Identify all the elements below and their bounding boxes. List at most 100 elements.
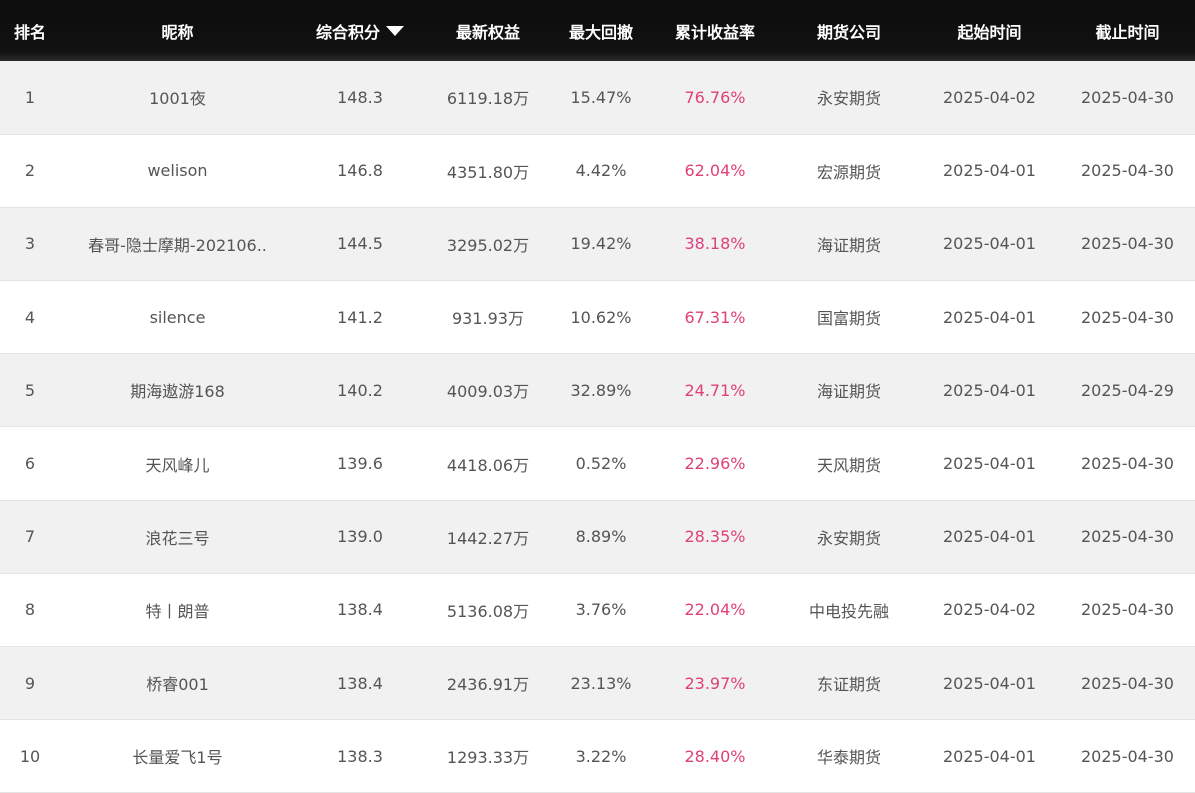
table-row[interactable]: 9 桥睿001 138.4 2436.91万 23.13% 23.97% 东证期货 2025-… <box>0 646 1195 720</box>
header-equity[interactable]: 最新权益 <box>425 0 551 61</box>
score-cell: 140.2 <box>337 380 383 400</box>
score-cell: 148.3 <box>337 87 383 107</box>
drawdown-cell: 32.89% <box>570 380 632 400</box>
start-date-cell: 2025-04-02 <box>943 600 1036 620</box>
nickname-cell[interactable]: 期海遨游168 <box>60 354 295 427</box>
rank-cell: 6 <box>24 454 36 474</box>
header-rank[interactable]: 排名 <box>0 0 60 61</box>
end-date-cell: 2025-04-29 <box>1081 380 1174 400</box>
nickname-cell[interactable]: silence <box>60 281 295 354</box>
table-row[interactable]: 10 长量爱飞1号 138.3 1293.33万 3.22% 28.40% 华泰期货 2025… <box>0 719 1195 793</box>
header-drawdown[interactable]: 最大回撤 <box>551 0 651 61</box>
score-cell: 144.5 <box>337 234 383 254</box>
nickname-cell[interactable]: welison <box>60 134 295 207</box>
ranking-table: 排名 昵称 综合积分 最新权益 最大回撤 累计收益率 期货公司 起始时间 截止时… <box>0 0 1195 793</box>
table-row[interactable]: 2 welison 146.8 4351.80万 4.42% 62.04% 宏源期货 2025… <box>0 134 1195 208</box>
start-date-cell: 2025-04-01 <box>943 454 1036 474</box>
header-score-label: 综合积分 <box>315 22 380 42</box>
drawdown-cell: 10.62% <box>570 307 632 327</box>
start-date-cell: 2025-04-01 <box>943 161 1036 181</box>
return-cell: 62.04% <box>684 161 746 181</box>
rank-cell: 1 <box>24 87 36 107</box>
score-cell: 138.3 <box>337 746 383 766</box>
score-cell: 146.8 <box>337 161 383 181</box>
score-cell: 139.6 <box>337 454 383 474</box>
score-cell: 141.2 <box>337 307 383 327</box>
return-cell: 38.18% <box>684 234 746 254</box>
drawdown-cell: 15.47% <box>570 87 632 107</box>
sort-desc-icon[interactable] <box>386 25 404 36</box>
drawdown-cell: 8.89% <box>575 527 627 547</box>
nickname-cell[interactable]: 浪花三号 <box>60 500 295 573</box>
nickname-cell[interactable]: 特丨朗普 <box>60 573 295 646</box>
equity-cell: 2436.91万 <box>446 675 530 695</box>
equity-cell: 1293.33万 <box>446 748 530 768</box>
return-cell: 28.35% <box>684 527 746 547</box>
drawdown-cell: 19.42% <box>570 234 632 254</box>
return-cell: 23.97% <box>684 673 746 693</box>
table-body: 1 1001夜 148.3 6119.18万 15.47% 76.76% 永安期货 2025-… <box>0 61 1195 793</box>
table-row[interactable]: 5 期海遨游168 140.2 4009.03万 32.89% 24.71% 海证期货 202… <box>0 353 1195 427</box>
equity-cell: 4418.06万 <box>446 455 530 475</box>
table-row[interactable]: 4 silence 141.2 931.93万 10.62% 67.31% 国富期货 2025… <box>0 280 1195 354</box>
return-cell: 22.04% <box>684 600 746 620</box>
company-cell: 中电投先融 <box>808 601 889 621</box>
header-start-date[interactable]: 起始时间 <box>919 0 1060 61</box>
nickname-cell[interactable]: 1001夜 <box>60 61 295 134</box>
rank-cell: 4 <box>24 307 36 327</box>
rank-cell: 3 <box>24 234 36 254</box>
company-cell: 海证期货 <box>816 382 881 402</box>
start-date-cell: 2025-04-01 <box>943 746 1036 766</box>
header-nickname[interactable]: 昵称 <box>60 0 295 61</box>
end-date-cell: 2025-04-30 <box>1081 307 1174 327</box>
score-cell: 139.0 <box>337 527 383 547</box>
nickname-cell[interactable]: 天风峰儿 <box>60 427 295 500</box>
table-row[interactable]: 8 特丨朗普 138.4 5136.08万 3.76% 22.04% 中电投先融 2025-0… <box>0 573 1195 647</box>
start-date-cell: 2025-04-01 <box>943 307 1036 327</box>
equity-cell: 4009.03万 <box>446 382 530 402</box>
end-date-cell: 2025-04-30 <box>1081 527 1174 547</box>
equity-cell: 1442.27万 <box>446 528 530 548</box>
table-row[interactable]: 1 1001夜 148.3 6119.18万 15.47% 76.76% 永安期货 2025-… <box>0 61 1195 135</box>
company-cell: 国富期货 <box>816 309 881 329</box>
rank-cell: 10 <box>19 746 41 766</box>
header-return[interactable]: 累计收益率 <box>651 0 779 61</box>
rank-cell: 8 <box>24 600 36 620</box>
table-row[interactable]: 6 天风峰儿 139.6 4418.06万 0.52% 22.96% 天风期货 2025-04… <box>0 426 1195 501</box>
end-date-cell: 2025-04-30 <box>1081 234 1174 254</box>
end-date-cell: 2025-04-30 <box>1081 746 1174 766</box>
equity-cell: 4351.80万 <box>446 162 530 182</box>
equity-cell: 5136.08万 <box>446 601 530 621</box>
table-row[interactable]: 3 春哥-隐士摩期-202106.. 144.5 3295.02万 19.42% 38.1… <box>0 207 1195 281</box>
score-cell: 138.4 <box>337 600 383 620</box>
table-header: 排名 昵称 综合积分 最新权益 最大回撤 累计收益率 期货公司 起始时间 截止时… <box>0 0 1195 61</box>
end-date-cell: 2025-04-30 <box>1081 600 1174 620</box>
drawdown-cell: 3.22% <box>575 746 627 766</box>
score-cell: 138.4 <box>337 673 383 693</box>
header-end-date[interactable]: 截止时间 <box>1060 0 1195 61</box>
company-cell: 永安期货 <box>816 89 881 109</box>
start-date-cell: 2025-04-02 <box>943 87 1036 107</box>
equity-cell: 931.93万 <box>452 309 524 329</box>
nickname-cell[interactable]: 长量爱飞1号 <box>60 720 295 793</box>
return-cell: 24.71% <box>684 380 746 400</box>
return-cell: 22.96% <box>684 454 746 474</box>
company-cell: 海证期货 <box>816 235 881 255</box>
equity-cell: 3295.02万 <box>446 235 530 255</box>
header-score[interactable]: 综合积分 <box>295 0 425 61</box>
end-date-cell: 2025-04-30 <box>1081 454 1174 474</box>
start-date-cell: 2025-04-01 <box>943 234 1036 254</box>
company-cell: 天风期货 <box>816 455 881 475</box>
start-date-cell: 2025-04-01 <box>943 673 1036 693</box>
rank-cell: 7 <box>24 527 36 547</box>
return-cell: 67.31% <box>684 307 746 327</box>
nickname-cell[interactable]: 春哥-隐士摩期-202106.. <box>60 207 295 280</box>
company-cell: 宏源期货 <box>816 162 881 182</box>
end-date-cell: 2025-04-30 <box>1081 673 1174 693</box>
header-company[interactable]: 期货公司 <box>779 0 919 61</box>
rank-cell: 9 <box>24 673 36 693</box>
nickname-cell[interactable]: 桥睿001 <box>60 647 295 720</box>
table-row[interactable]: 7 浪花三号 139.0 1442.27万 8.89% 28.35% 永安期货 2025-04… <box>0 500 1195 574</box>
start-date-cell: 2025-04-01 <box>943 527 1036 547</box>
rank-cell: 5 <box>24 380 36 400</box>
